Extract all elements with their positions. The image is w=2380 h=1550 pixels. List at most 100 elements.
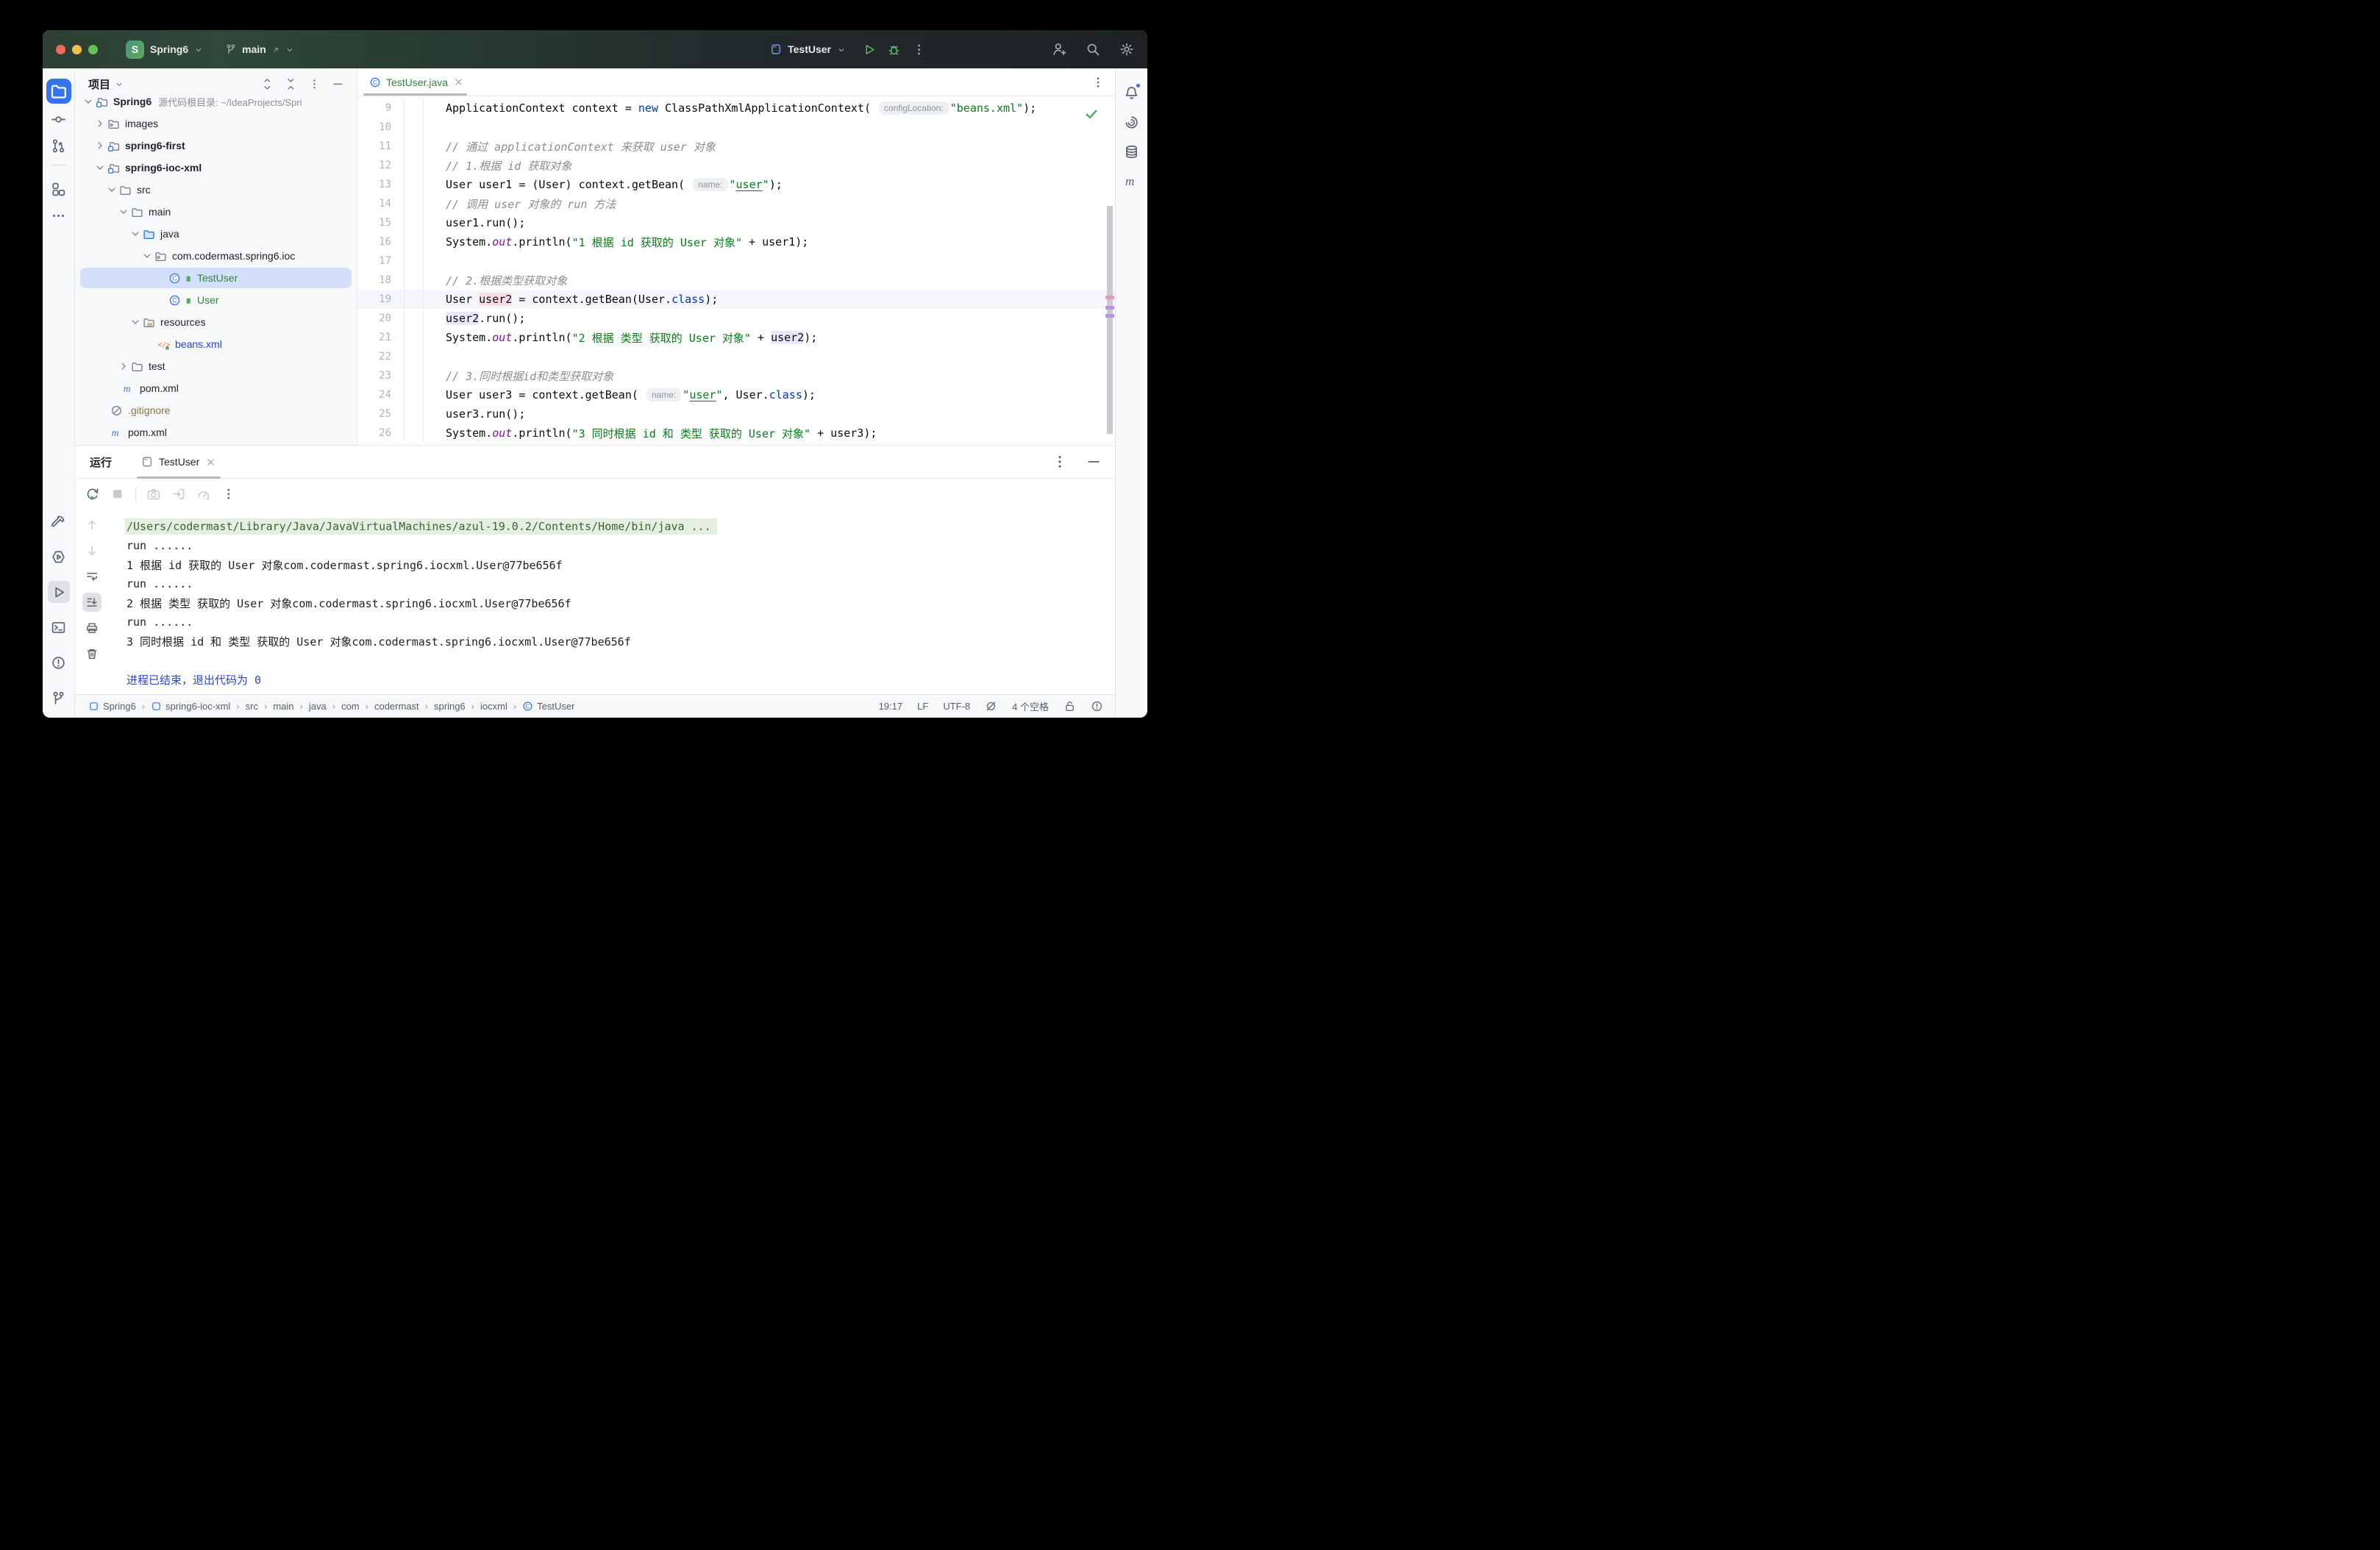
code-line-12[interactable]: 12 // 1.根据 id 获取对象 <box>357 156 1115 175</box>
editor-tab-testuser-java[interactable]: C TestUser.java <box>357 68 473 96</box>
run-tab-testuser[interactable]: TestUser <box>134 446 224 479</box>
zoom-window-button[interactable] <box>88 44 98 54</box>
rerun-button[interactable] <box>82 484 103 504</box>
minimize-window-button[interactable] <box>72 44 82 54</box>
code-line-21[interactable]: 21 System. out .println("2 根据 类型 获取的 User 对… <box>357 328 1115 347</box>
chevron-down-icon[interactable] <box>115 79 124 88</box>
code-line-17[interactable]: 17 <box>357 251 1115 271</box>
debug-button[interactable] <box>884 40 903 59</box>
status-error-indicator[interactable] <box>1091 700 1103 712</box>
tree-item-User[interactable]: C User <box>75 289 357 311</box>
breadcrumb-java[interactable]: java <box>309 701 327 712</box>
scroll-to-end-button[interactable] <box>82 593 101 612</box>
code-line-20[interactable]: 20 user2 .run(); <box>357 309 1115 328</box>
database-button[interactable] <box>1121 140 1143 162</box>
close-window-button[interactable] <box>56 44 65 54</box>
run-button[interactable] <box>859 40 878 59</box>
tree-item-resources[interactable]: resources <box>75 311 357 333</box>
status-highlighting-level[interactable] <box>985 700 997 712</box>
chevron-right-icon[interactable] <box>94 140 106 151</box>
breadcrumb-Spring6[interactable]: Spring6 <box>88 701 136 712</box>
code-with-me-button[interactable] <box>1052 42 1066 57</box>
code-line-23[interactable]: 23 // 3.同时根据id和类型获取对象 <box>357 366 1115 385</box>
chevron-down-icon[interactable] <box>141 250 153 262</box>
breadcrumb-src[interactable]: src <box>246 701 258 712</box>
code-line-18[interactable]: 18 // 2.根据类型获取对象 <box>357 271 1115 290</box>
code-line-16[interactable]: 16 System. out .println("1 根据 id 获取的 User 对… <box>357 232 1115 251</box>
chevron-down-icon[interactable] <box>129 228 141 240</box>
tree-item-pom.xml[interactable]: m pom.xml <box>75 377 357 399</box>
vcs-branch-widget[interactable]: main <box>225 43 294 55</box>
inspections-ok-check-icon[interactable] <box>1084 107 1099 121</box>
status-cursor-position[interactable]: 19:17 <box>879 701 903 712</box>
version-control-button[interactable] <box>48 687 70 709</box>
tree-item-java[interactable]: java <box>75 223 357 245</box>
tree-item-test[interactable]: test <box>75 355 357 377</box>
project-widget[interactable]: S Spring6 <box>126 40 203 59</box>
breadcrumb-com[interactable]: com <box>341 701 360 712</box>
status-line-separator[interactable]: LF <box>917 701 928 712</box>
attach-debugger-button[interactable] <box>168 484 189 504</box>
chevron-down-icon[interactable] <box>94 162 106 174</box>
tree-item-images[interactable]: images <box>75 113 357 135</box>
run-button[interactable] <box>47 581 70 603</box>
breadcrumb-spring6[interactable]: spring6 <box>434 701 466 712</box>
code-line-24[interactable]: 24 User user3 = context.getBean( name: " u… <box>357 385 1115 404</box>
print-button[interactable] <box>82 618 101 638</box>
commit-button[interactable] <box>48 108 70 130</box>
code-line-26[interactable]: 26 System. out .println("3 同时根据 id 和 类型 获取的… <box>357 424 1115 443</box>
code-editor[interactable]: 9 ApplicationContext context = new ClassP… <box>357 96 1115 445</box>
soft-wrap-button[interactable] <box>82 567 101 586</box>
terminal-button[interactable] <box>48 616 70 638</box>
more-tool-windows-button[interactable] <box>48 204 70 226</box>
ai-assistant-button[interactable] <box>1121 111 1143 133</box>
more-run-options-button[interactable] <box>218 484 239 504</box>
clear-all-button[interactable] <box>82 644 101 663</box>
run-panel-options-icon[interactable] <box>1052 454 1068 470</box>
breadcrumb-main[interactable]: main <box>273 701 293 712</box>
problems-button[interactable] <box>48 651 70 674</box>
profiler-button[interactable] <box>193 484 214 504</box>
project-button[interactable] <box>46 79 71 104</box>
editor-scrollbar[interactable] <box>1107 206 1113 434</box>
run-configuration-widget[interactable]: TestUser <box>770 43 846 55</box>
settings-button[interactable] <box>1119 42 1134 57</box>
pull-requests-button[interactable] <box>48 135 70 157</box>
breadcrumb-iocxml[interactable]: iocxml <box>480 701 507 712</box>
build-button[interactable] <box>48 510 70 532</box>
chevron-down-icon[interactable] <box>118 206 129 218</box>
close-tab-icon[interactable] <box>205 457 216 468</box>
capture-memory-snapshot-button[interactable] <box>143 484 164 504</box>
tree-item-com.codermast.spring6.ioc[interactable]: com.codermast.spring6.ioc <box>75 245 357 267</box>
code-line-9[interactable]: 9 ApplicationContext context = new ClassP… <box>357 99 1115 118</box>
tree-item-main[interactable]: main <box>75 201 357 223</box>
code-line-10[interactable]: 10 <box>357 118 1115 137</box>
stop-button[interactable] <box>107 484 128 504</box>
next-occurrence-button[interactable] <box>82 541 101 560</box>
structure-button[interactable] <box>48 178 70 200</box>
tree-item-src[interactable]: src <box>75 179 357 201</box>
code-line-19[interactable]: 19 User user2 = context.getBean(User. clas… <box>357 290 1115 309</box>
code-line-22[interactable]: 22 <box>357 347 1115 366</box>
chevron-right-icon[interactable] <box>94 118 106 129</box>
tree-item-Spring6[interactable]: Spring6 源代码根目录: ~/IdeaProjects/Spri <box>75 90 357 113</box>
chevron-down-icon[interactable] <box>129 316 141 328</box>
tree-item-beans.xml[interactable]: </> beans.xml <box>75 333 357 355</box>
tree-item-TestUser[interactable]: C TestUser <box>75 267 357 289</box>
chevron-down-icon[interactable] <box>82 96 94 107</box>
tab-options-icon[interactable] <box>1091 76 1105 89</box>
code-line-25[interactable]: 25 user3.run(); <box>357 404 1115 424</box>
tree-item-spring6-first[interactable]: spring6-first <box>75 135 357 157</box>
breadcrumb-codermast[interactable]: codermast <box>374 701 419 712</box>
services-button[interactable] <box>48 546 70 568</box>
status-file-writable[interactable] <box>1063 700 1076 712</box>
code-line-11[interactable]: 11 // 通过 applicationContext 来获取 user 对象 <box>357 137 1115 156</box>
code-line-13[interactable]: 13 User user1 = (User) context.getBean( n… <box>357 175 1115 194</box>
code-line-15[interactable]: 15 user1.run(); <box>357 213 1115 232</box>
tree-item-spring6-ioc-xml[interactable]: spring6-ioc-xml <box>75 157 357 179</box>
tree-item-.gitignore[interactable]: .gitignore <box>75 399 357 421</box>
prev-occurrence-button[interactable] <box>82 515 101 535</box>
chevron-down-icon[interactable] <box>106 184 118 196</box>
close-tab-icon[interactable] <box>453 76 464 88</box>
tree-item-pom.xml[interactable]: m pom.xml <box>75 421 357 443</box>
